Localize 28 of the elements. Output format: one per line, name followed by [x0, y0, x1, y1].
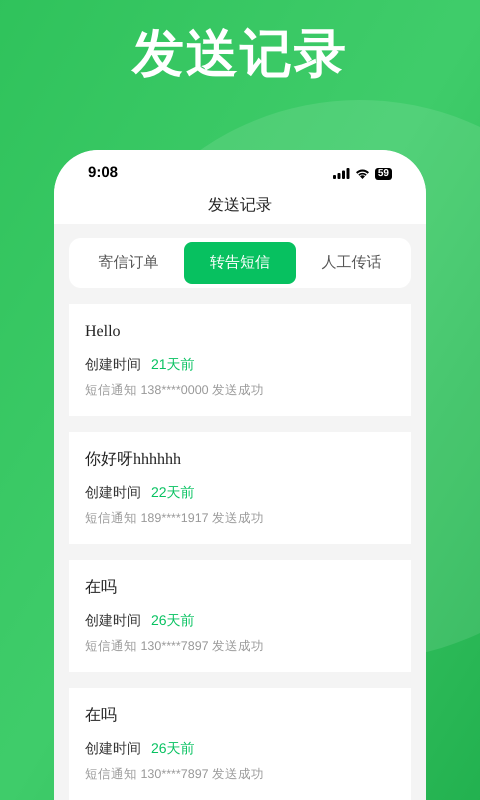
wifi-icon: [354, 168, 370, 180]
created-label: 创建时间: [85, 739, 141, 757]
record-card[interactable]: Hello 创建时间 21天前 短信通知 138****0000 发送成功: [69, 304, 411, 416]
tab[interactable]: 人工传话: [296, 242, 407, 284]
record-card[interactable]: 你好呀hhhhhh 创建时间 22天前 短信通知 189****1917 发送成功: [69, 432, 411, 544]
created-label: 创建时间: [85, 355, 141, 373]
record-message: 在吗: [85, 706, 118, 726]
record-detail: 短信通知 189****1917 发送成功: [85, 510, 266, 526]
record-detail: 短信通知 130****7897 发送成功: [85, 638, 266, 654]
record-card[interactable]: 在吗 创建时间 26天前 短信通知 130****7897 发送成功: [69, 688, 411, 800]
record-message: 在吗: [85, 578, 118, 598]
record-detail: 短信通知 130****7897 发送成功: [85, 766, 266, 782]
created-ago: 22天前: [151, 483, 195, 501]
record-detail: 短信通知 138****0000 发送成功: [85, 382, 266, 398]
created-label: 创建时间: [85, 483, 141, 501]
headline: 发送记录: [132, 24, 348, 85]
record-message: 你好呀hhhhhh: [85, 450, 182, 470]
created-ago: 26天前: [151, 611, 195, 629]
created-ago: 21天前: [151, 355, 195, 373]
battery-icon: 59: [374, 168, 392, 180]
created-label: 创建时间: [85, 611, 141, 629]
created-ago: 26天前: [151, 739, 195, 757]
status-time: 9:08: [88, 163, 118, 184]
record-card[interactable]: 在吗 创建时间 26天前 短信通知 130****7897 发送成功: [69, 560, 411, 672]
record-message: Hello: [85, 322, 122, 342]
nav-title: 发送记录: [54, 187, 426, 224]
signal-icon: [332, 168, 350, 180]
tab[interactable]: 寄信订单: [73, 242, 184, 284]
